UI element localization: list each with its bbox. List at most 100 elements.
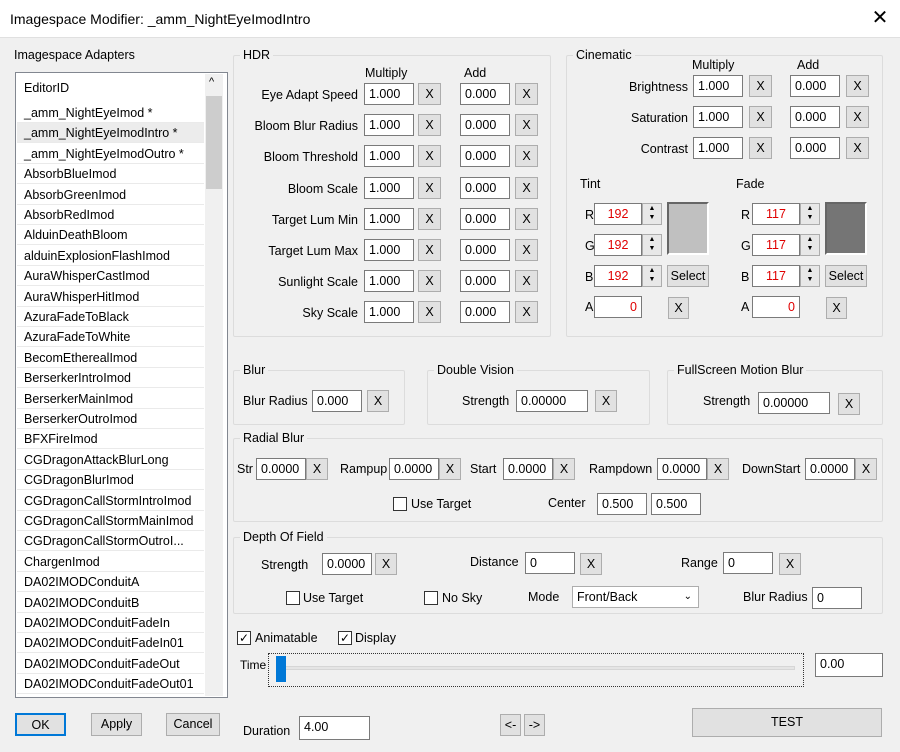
time-slider[interactable]: [268, 653, 804, 687]
fade-color-swatch[interactable]: [825, 202, 867, 255]
list-item[interactable]: DA02IMODConduitFadeOut: [17, 654, 204, 674]
hdr-multiply-clear-button[interactable]: X: [418, 145, 441, 168]
list-item[interactable]: ChargenImod: [17, 552, 204, 572]
list-item[interactable]: CGDragonCallStormIntroImod: [17, 491, 204, 511]
list-item[interactable]: AbsorbGreenImod: [17, 185, 204, 205]
list-item[interactable]: DA02IMODConduitFadeIn01: [17, 633, 204, 654]
hdr-multiply-input[interactable]: 1.000: [364, 207, 414, 230]
scrollbar-thumb[interactable]: [206, 96, 222, 189]
tint-a-clear-button[interactable]: X: [668, 297, 689, 319]
fade-b-input[interactable]: 117: [752, 265, 800, 287]
fade-r-input[interactable]: 117: [752, 203, 800, 225]
radial-rampup-input[interactable]: 0.0000: [389, 458, 439, 480]
radial-downstart-clear-button[interactable]: X: [855, 458, 877, 480]
dof-range-clear-button[interactable]: X: [779, 553, 801, 575]
tint-g-spinner[interactable]: ▲ ▼: [642, 234, 662, 256]
tint-g-input[interactable]: 192: [594, 234, 642, 256]
cancel-button[interactable]: Cancel: [166, 713, 220, 736]
list-item[interactable]: DA02IMODConduitB: [17, 593, 204, 613]
hdr-multiply-input[interactable]: 1.000: [364, 239, 414, 261]
cin-add-clear-button[interactable]: X: [846, 106, 869, 128]
hdr-add-clear-button[interactable]: X: [515, 301, 538, 324]
duration-input[interactable]: 4.00: [299, 716, 370, 740]
tint-r-spinner[interactable]: ▲ ▼: [642, 203, 662, 225]
fade-a-input[interactable]: 0: [752, 296, 800, 318]
hdr-add-clear-button[interactable]: X: [515, 83, 538, 105]
hdr-multiply-input[interactable]: 1.000: [364, 145, 414, 168]
dof-distance-input[interactable]: 0: [525, 552, 575, 574]
list-item[interactable]: BerserkerMainImod: [17, 389, 204, 409]
spin-down-icon[interactable]: ▼: [807, 245, 814, 252]
cin-multiply-clear-button[interactable]: X: [749, 106, 772, 128]
radial-str-clear-button[interactable]: X: [306, 458, 328, 480]
tint-a-input[interactable]: 0: [594, 296, 642, 318]
spin-down-icon[interactable]: ▼: [807, 276, 814, 283]
list-item[interactable]: CGDragonCallStormMainImod: [17, 511, 204, 531]
tint-r-input[interactable]: 192: [594, 203, 642, 225]
fade-g-input[interactable]: 117: [752, 234, 800, 256]
hdr-add-clear-button[interactable]: X: [515, 239, 538, 261]
dof-no-sky-checkbox[interactable]: [424, 591, 438, 605]
radial-center-x-input[interactable]: 0.500: [597, 493, 647, 515]
display-checkbox[interactable]: ✓: [338, 631, 352, 645]
cin-add-input[interactable]: 0.000: [790, 75, 840, 97]
test-button[interactable]: TEST: [692, 708, 882, 737]
hdr-add-clear-button[interactable]: X: [515, 270, 538, 293]
spin-up-icon[interactable]: ▲: [807, 236, 814, 243]
hdr-add-input[interactable]: 0.000: [460, 114, 510, 137]
blur-radius-input[interactable]: 0.000: [312, 390, 362, 412]
list-item[interactable]: CGDragonBlurImod: [17, 470, 204, 491]
cin-multiply-clear-button[interactable]: X: [749, 137, 772, 159]
tint-b-spinner[interactable]: ▲ ▼: [642, 265, 662, 287]
list-item[interactable]: _amm_NightEyeImodOutro *: [17, 144, 204, 164]
cin-multiply-input[interactable]: 1.000: [693, 75, 743, 97]
list-item[interactable]: BecomEtherealImod: [17, 348, 204, 368]
spin-down-icon[interactable]: ▼: [807, 214, 814, 221]
cin-multiply-input[interactable]: 1.000: [693, 106, 743, 128]
spin-up-icon[interactable]: ▲: [807, 267, 814, 274]
fade-select-button[interactable]: Select: [825, 265, 867, 287]
list-item[interactable]: _amm_NightEyeImod *: [17, 103, 204, 123]
list-item[interactable]: AbsorbBlueImod: [17, 164, 204, 185]
hdr-add-input[interactable]: 0.000: [460, 207, 510, 230]
hdr-multiply-clear-button[interactable]: X: [418, 83, 441, 105]
dof-mode-select[interactable]: Front/Back ⌄: [572, 586, 699, 608]
spin-down-icon[interactable]: ▼: [649, 276, 656, 283]
hdr-add-clear-button[interactable]: X: [515, 145, 538, 168]
radial-rampup-clear-button[interactable]: X: [439, 458, 461, 480]
hdr-multiply-input[interactable]: 1.000: [364, 176, 414, 199]
apply-button[interactable]: Apply: [91, 713, 142, 736]
cin-multiply-clear-button[interactable]: X: [749, 75, 772, 97]
dof-blur-radius-input[interactable]: 0: [812, 587, 862, 609]
cin-add-clear-button[interactable]: X: [846, 137, 869, 159]
scrollbar[interactable]: ^: [205, 74, 223, 696]
mb-strength-input[interactable]: 0.00000: [758, 392, 830, 414]
hdr-add-clear-button[interactable]: X: [515, 176, 538, 199]
prev-button[interactable]: <-: [500, 714, 521, 736]
animatable-checkbox[interactable]: ✓: [237, 631, 251, 645]
hdr-add-input[interactable]: 0.000: [460, 145, 510, 168]
cin-add-input[interactable]: 0.000: [790, 137, 840, 159]
cin-multiply-input[interactable]: 1.000: [693, 137, 743, 159]
list-item[interactable]: BerserkerIntroImod: [17, 368, 204, 389]
column-header-editorid[interactable]: EditorID: [24, 81, 69, 95]
list-item[interactable]: AzuraFadeToWhite: [17, 327, 204, 348]
tint-select-button[interactable]: Select: [667, 265, 709, 287]
spin-up-icon[interactable]: ▲: [649, 205, 656, 212]
spin-up-icon[interactable]: ▲: [649, 236, 656, 243]
hdr-multiply-input[interactable]: 1.000: [364, 114, 414, 137]
list-item[interactable]: alduinExplosionFlashImod: [17, 246, 204, 266]
hdr-add-input[interactable]: 0.000: [460, 301, 510, 324]
hdr-multiply-input[interactable]: 1.000: [364, 83, 414, 105]
slider-thumb[interactable]: [276, 656, 286, 682]
ok-button[interactable]: OK: [15, 713, 66, 736]
radial-use-target-checkbox[interactable]: [393, 497, 407, 511]
radial-downstart-input[interactable]: 0.0000: [805, 458, 855, 480]
list-item[interactable]: BFXFireImod: [17, 429, 204, 450]
hdr-add-input[interactable]: 0.000: [460, 176, 510, 199]
list-item[interactable]: AuraWhisperHitImod: [17, 287, 204, 307]
hdr-multiply-clear-button[interactable]: X: [418, 301, 441, 324]
dof-strength-clear-button[interactable]: X: [375, 553, 397, 575]
radial-start-input[interactable]: 0.0000: [503, 458, 553, 480]
hdr-multiply-clear-button[interactable]: X: [418, 114, 441, 137]
